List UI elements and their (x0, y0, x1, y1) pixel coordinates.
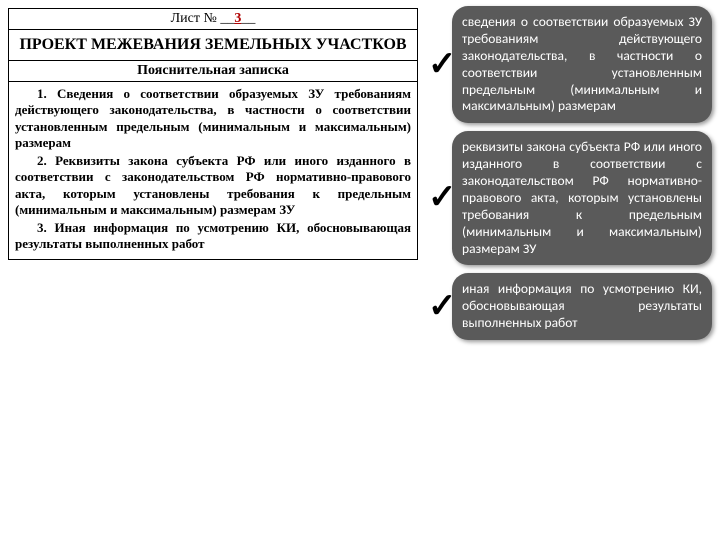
callout-1: ✓ сведения о соответствии образуемых ЗУ … (428, 6, 712, 123)
callout-2: ✓ реквизиты закона субъекта РФ или иного… (428, 131, 712, 265)
document-title: ПРОЕКТ МЕЖЕВАНИЯ ЗЕМЕЛЬНЫХ УЧАСТКОВ (8, 30, 418, 61)
document-subtitle: Пояснительная записка (8, 61, 418, 82)
paragraph-2: 2. Реквизиты закона субъекта РФ или иног… (15, 153, 411, 218)
document-body: 1. Сведения о соответствии образуемых ЗУ… (8, 82, 418, 260)
document-table: Лист № __3__ ПРОЕКТ МЕЖЕВАНИЯ ЗЕМЕЛЬНЫХ … (8, 8, 418, 260)
callout-3: ✓ иная информация по усмотрению КИ, обос… (428, 273, 712, 340)
callouts-panel: ✓ сведения о соответствии образуемых ЗУ … (428, 6, 712, 340)
sheet-label: Лист № __ (171, 11, 235, 26)
check-icon: ✓ (428, 48, 454, 82)
sheet-after: __ (241, 11, 255, 26)
callout-text: сведения о соответствии образуемых ЗУ тр… (452, 6, 712, 123)
check-icon: ✓ (428, 181, 454, 215)
sheet-number-row: Лист № __3__ (8, 8, 418, 30)
paragraph-3: 3. Иная информация по усмотрению КИ, обо… (15, 220, 411, 253)
paragraph-1: 1. Сведения о соответствии образуемых ЗУ… (15, 86, 411, 151)
callout-text: реквизиты закона субъекта РФ или иного и… (452, 131, 712, 265)
check-icon: ✓ (428, 290, 454, 324)
callout-text: иная информация по усмотрению КИ, обосно… (452, 273, 712, 340)
